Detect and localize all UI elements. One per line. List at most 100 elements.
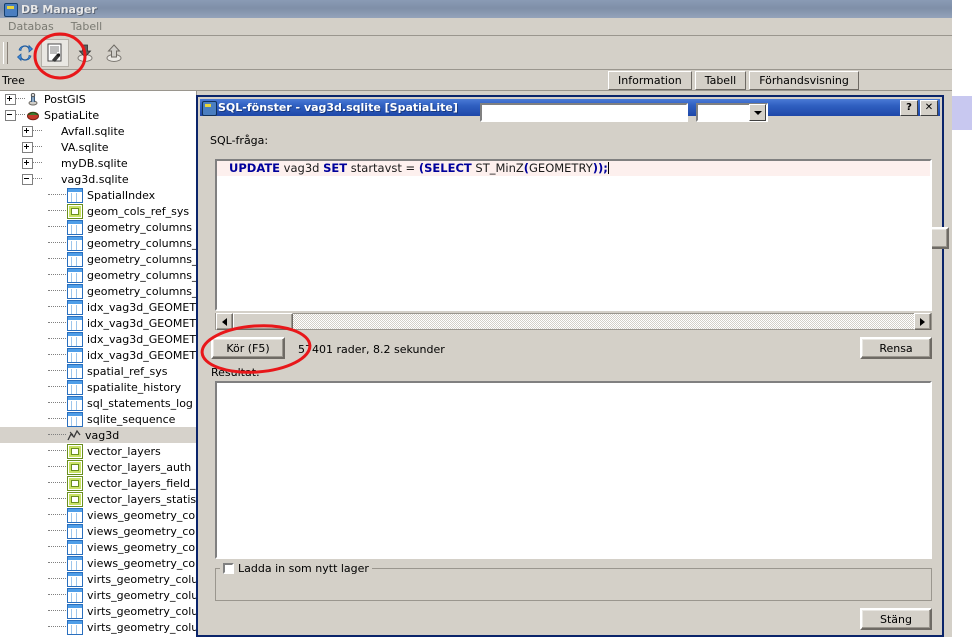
- run-button[interactable]: Kör (F5): [211, 337, 285, 359]
- desktop-background-band: [952, 96, 972, 130]
- load-as-new-layer-checkbox[interactable]: [223, 562, 234, 574]
- tree-item-label: views_geometry_columns_statistics: [87, 556, 196, 570]
- tree-item[interactable]: vag3d.sqlite: [0, 171, 196, 187]
- tree-item[interactable]: idx_vag3d_GEOMETRY_node: [0, 315, 196, 331]
- collapse-icon[interactable]: [22, 173, 33, 185]
- tree-item[interactable]: SpatialIndex: [0, 187, 196, 203]
- tree-item[interactable]: idx_vag3d_GEOMETRY_rowid: [0, 347, 196, 363]
- toolbar-grip[interactable]: [3, 41, 8, 64]
- tree-connector: [16, 114, 25, 116]
- tree-connector: [48, 402, 66, 404]
- tree-item[interactable]: PostGIS: [0, 91, 196, 107]
- import-layer-button[interactable]: [72, 40, 98, 66]
- tree-item[interactable]: idx_vag3d_GEOMETRY_parent: [0, 331, 196, 347]
- tree-item[interactable]: virts_geometry_columns_auth: [0, 587, 196, 603]
- table-icon: [67, 571, 83, 587]
- tree-item[interactable]: geometry_columns_field_infos: [0, 251, 196, 267]
- tree-item[interactable]: vector_layers: [0, 443, 196, 459]
- expand-icon[interactable]: [22, 125, 33, 137]
- spatialite-icon: [26, 109, 40, 122]
- tree-item[interactable]: myDB.sqlite: [0, 155, 196, 171]
- tree-item[interactable]: geometry_columns: [0, 219, 196, 235]
- clear-button[interactable]: Rensa: [860, 337, 932, 359]
- tree-item[interactable]: sqlite_sequence: [0, 411, 196, 427]
- table-icon: [67, 331, 83, 347]
- tree-item-label: vector_layers_statistics: [87, 492, 197, 506]
- sql-editor-hscrollbar[interactable]: [215, 313, 932, 330]
- expand-icon[interactable]: [5, 93, 16, 105]
- close-dialog-button[interactable]: Stäng: [860, 608, 932, 630]
- tab-information[interactable]: Information: [608, 71, 692, 90]
- tree-item[interactable]: vector_layers_field_infos: [0, 475, 196, 491]
- export-layer-button[interactable]: [101, 40, 127, 66]
- tree-item[interactable]: virts_geometry_columns_field_infos: [0, 603, 196, 619]
- tree-item[interactable]: vag3d: [0, 427, 196, 443]
- table-icon: [67, 603, 83, 619]
- postgis-icon: [26, 92, 40, 106]
- tree-connector: [48, 274, 66, 276]
- tree-connector: [33, 162, 42, 164]
- tree-item[interactable]: views_geometry_columns_field_infos: [0, 539, 196, 555]
- tree-connector: [48, 562, 66, 564]
- table-icon: [67, 539, 83, 555]
- tree-connector: [48, 434, 66, 436]
- tree-item-label: SpatiaLite: [44, 108, 100, 122]
- table-icon: [67, 187, 83, 203]
- query-name-field[interactable]: [482, 105, 686, 120]
- result-panel[interactable]: [215, 381, 932, 559]
- tree-item[interactable]: virts_geometry_columns: [0, 571, 196, 587]
- tree-connector: [48, 546, 66, 548]
- expand-icon[interactable]: [22, 141, 33, 153]
- tab-forhandsvisning[interactable]: Förhandsvisning: [749, 71, 859, 90]
- tree-item[interactable]: sql_statements_log: [0, 395, 196, 411]
- close-icon[interactable]: ✕: [920, 99, 938, 116]
- tree-item[interactable]: idx_vag3d_GEOMETRY: [0, 299, 196, 315]
- scroll-left-button[interactable]: [216, 313, 233, 330]
- query-name-input[interactable]: [480, 103, 688, 122]
- tree-item[interactable]: spatial_ref_sys: [0, 363, 196, 379]
- tree-item[interactable]: geom_cols_ref_sys: [0, 203, 196, 219]
- refresh-button[interactable]: [12, 40, 38, 66]
- collapse-icon[interactable]: [5, 109, 16, 121]
- tab-tabell[interactable]: Tabell: [694, 71, 747, 90]
- tree-item[interactable]: SpatiaLite: [0, 107, 196, 123]
- tree-item[interactable]: vector_layers_auth: [0, 459, 196, 475]
- tree-connector: [48, 290, 66, 292]
- tree-item[interactable]: geometry_columns_statistics: [0, 267, 196, 283]
- menu-tabell[interactable]: Tabell: [63, 19, 112, 34]
- load-as-new-layer-row[interactable]: Ladda in som nytt lager: [220, 561, 372, 575]
- tree-item[interactable]: views_geometry_columns_auth: [0, 523, 196, 539]
- tree-connector: [48, 386, 66, 388]
- table-icon: [67, 379, 83, 395]
- tree-item[interactable]: views_geometry_columns_statistics: [0, 555, 196, 571]
- table-icon: [67, 219, 83, 235]
- tree-item[interactable]: virts_geometry_columns_statistics: [0, 619, 196, 635]
- menu-databas[interactable]: Databas: [0, 19, 63, 34]
- text-caret: [607, 162, 609, 174]
- sql-query-label: SQL-fråga:: [210, 133, 269, 147]
- tree-item[interactable]: vector_layers_statistics: [0, 491, 196, 507]
- tree-connector: [48, 210, 66, 212]
- scrollbar-thumb[interactable]: [233, 313, 293, 330]
- sql-editor[interactable]: UPDATE vag3d SET startavst = (SELECT ST_…: [215, 159, 932, 311]
- tree-item[interactable]: geometry_columns_time: [0, 283, 196, 299]
- chevron-down-icon[interactable]: [749, 104, 766, 121]
- tree-item[interactable]: views_geometry_columns: [0, 507, 196, 523]
- query-name-row: SQL-fråga:: [198, 123, 946, 157]
- expand-icon[interactable]: [22, 157, 33, 169]
- tab-bar: Information Tabell Förhandsvisning: [600, 70, 952, 91]
- sql-window-button[interactable]: [41, 38, 69, 67]
- table-icon: [67, 523, 83, 539]
- line-layer-icon: [67, 429, 81, 442]
- view-icon: [67, 203, 83, 219]
- tree-item[interactable]: VA.sqlite: [0, 139, 196, 155]
- tree-item-label: sql_statements_log: [87, 396, 193, 410]
- tree-item[interactable]: Avfall.sqlite: [0, 123, 196, 139]
- tree-item[interactable]: spatialite_history: [0, 379, 196, 395]
- tree-item[interactable]: geometry_columns_auth: [0, 235, 196, 251]
- database-tree[interactable]: PostGIS SpatiaLite Avfall.sqlite VA.sqlite m…: [0, 91, 197, 637]
- help-button[interactable]: ?: [900, 99, 918, 116]
- scroll-right-button[interactable]: [914, 313, 931, 330]
- tree-header: Tree: [0, 70, 600, 91]
- saved-queries-combo[interactable]: [696, 103, 768, 122]
